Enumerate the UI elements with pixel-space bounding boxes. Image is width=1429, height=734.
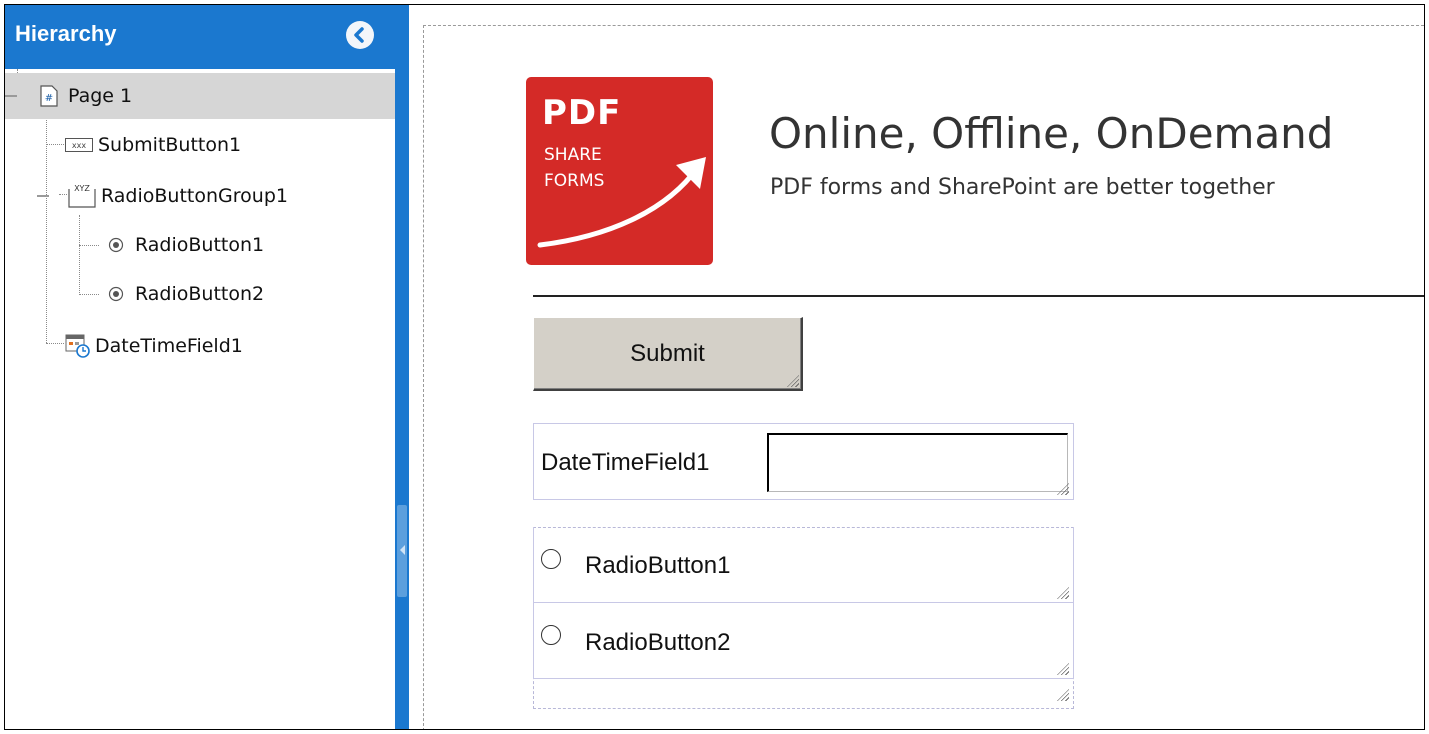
tree-item-radiobuttongroup1[interactable]: XYZ RadioButtonGroup1 xyxy=(5,173,395,219)
tree-item-label: Page 1 xyxy=(68,85,133,107)
datetime-field-label: DateTimeField1 xyxy=(541,449,710,476)
button-field-icon: xxx xyxy=(65,138,93,152)
panel-splitter[interactable] xyxy=(395,5,409,729)
tree-item-label: RadioButton2 xyxy=(135,283,265,305)
header-divider xyxy=(533,295,1424,297)
chevron-left-icon xyxy=(354,27,364,43)
tree-item-label: SubmitButton1 xyxy=(98,134,242,156)
page-icon: # xyxy=(40,85,58,107)
datetime-icon xyxy=(65,334,90,358)
svg-text:XYZ: XYZ xyxy=(74,184,90,193)
radio-button-1-label: RadioButton1 xyxy=(585,552,731,579)
radio-icon xyxy=(108,237,124,253)
pdf-share-forms-logo: PDF SHARE FORMS xyxy=(526,77,713,265)
datetime-input[interactable] xyxy=(767,433,1068,492)
radio-button-2-label: RadioButton2 xyxy=(585,629,731,656)
tree-item-label: DateTimeField1 xyxy=(95,335,243,357)
header-subtagline: PDF forms and SharePoint are better toge… xyxy=(770,175,1275,200)
submit-button-label: Submit xyxy=(630,339,705,367)
hierarchy-panel: Hierarchy # Page 1 xxx SubmitButton1 XYZ… xyxy=(5,5,395,729)
canvas-margin xyxy=(409,5,423,729)
collapse-panel-button[interactable] xyxy=(346,21,374,49)
radio-button-2[interactable] xyxy=(541,625,561,645)
tree-item-page-1[interactable]: # Page 1 xyxy=(5,73,395,119)
collapse-arrow-icon[interactable] xyxy=(400,545,405,555)
group-field-icon: XYZ xyxy=(68,184,96,208)
svg-text:xxx: xxx xyxy=(72,141,86,150)
tree-item-label: RadioButtonGroup1 xyxy=(101,185,288,207)
radio-icon xyxy=(108,286,124,302)
submit-button[interactable]: Submit xyxy=(533,317,803,391)
radio-button-1[interactable] xyxy=(541,549,561,569)
tree-item-radiobutton1[interactable]: RadioButton1 xyxy=(5,222,395,268)
hierarchy-header: Hierarchy xyxy=(5,5,395,69)
tree-item-label: RadioButton1 xyxy=(135,234,265,256)
collapse-toggle-icon[interactable] xyxy=(5,95,17,97)
tree-item-datetimefield1[interactable]: DateTimeField1 xyxy=(5,323,395,369)
tree-item-submitbutton1[interactable]: xxx SubmitButton1 xyxy=(5,122,395,168)
svg-text:#: # xyxy=(45,93,53,104)
hierarchy-title: Hierarchy xyxy=(15,21,117,46)
designer-window: Hierarchy # Page 1 xxx SubmitButton1 XYZ… xyxy=(4,4,1425,730)
collapse-toggle-icon[interactable] xyxy=(37,195,49,197)
logo-arrow-icon xyxy=(537,157,706,248)
header-tagline: Online, Offline, OnDemand xyxy=(769,109,1334,158)
tree-item-radiobutton2[interactable]: RadioButton2 xyxy=(5,271,395,317)
